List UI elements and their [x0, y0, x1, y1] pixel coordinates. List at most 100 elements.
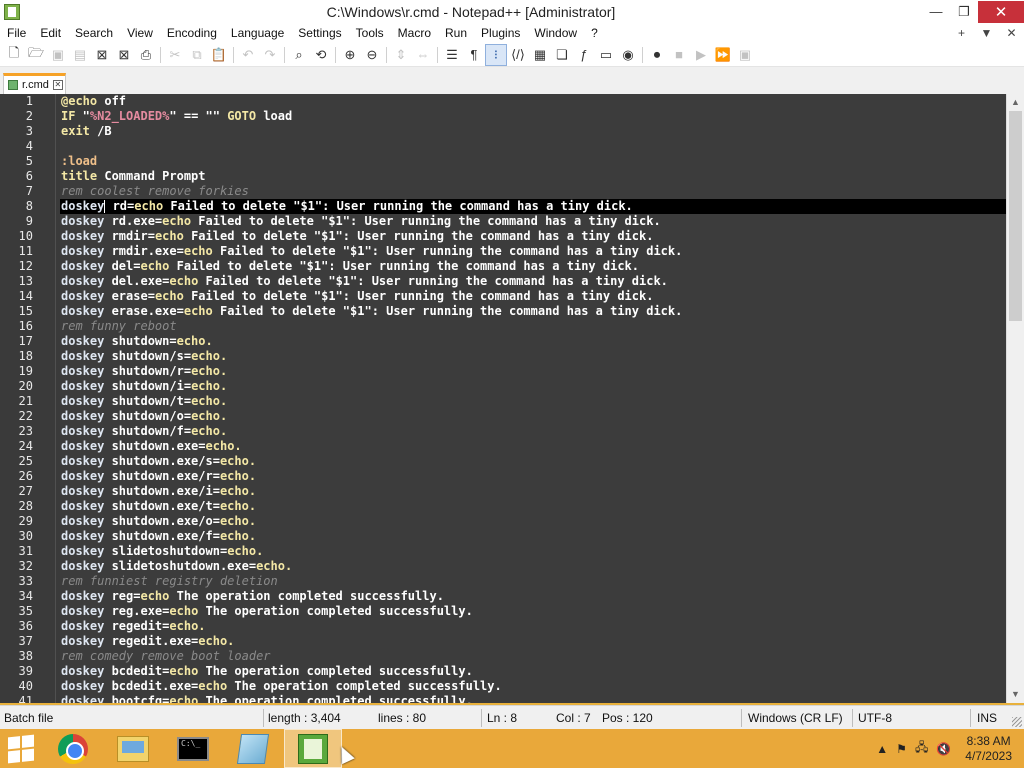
code-line[interactable]: 7 rem coolest remove forkies	[0, 184, 1006, 199]
print-icon[interactable]: ⎙	[135, 44, 157, 66]
code-line[interactable]: 36 doskey regedit=echo.	[0, 619, 1006, 634]
status-eol[interactable]: Windows (CR LF)	[748, 706, 843, 730]
find-icon[interactable]: ⌕	[288, 44, 310, 66]
code-line[interactable]: 11 doskey rmdir.exe=echo Failed to delete…	[0, 244, 1006, 259]
menu-edit[interactable]: Edit	[33, 23, 68, 43]
code-line[interactable]: 35 doskey reg.exe=echo The operation comp…	[0, 604, 1006, 619]
code-line[interactable]: 37 doskey regedit.exe=echo.	[0, 634, 1006, 649]
code-line[interactable]: 2 IF "%N2_LOADED%" == "" GOTO load	[0, 109, 1006, 124]
menu-tools[interactable]: Tools	[349, 23, 391, 43]
code-line[interactable]: 31 doskey slidetoshutdown=echo.	[0, 544, 1006, 559]
code-line[interactable]: 38 rem comedy remove boot loader	[0, 649, 1006, 664]
show-hidden-icons-icon[interactable]: ▲	[876, 742, 888, 756]
open-file-icon[interactable]: 🗁	[25, 44, 47, 66]
action-center-flag-icon[interactable]: ⚑	[896, 742, 907, 756]
code-line[interactable]: 9 doskey rd.exe=echo Failed to delete "$1…	[0, 214, 1006, 229]
folder-workspace-icon[interactable]: ▭	[595, 44, 617, 66]
code-line[interactable]: 29 doskey shutdown.exe/o=echo.	[0, 514, 1006, 529]
undo-icon[interactable]: ↶	[237, 44, 259, 66]
stop-record-icon[interactable]: ■	[668, 44, 690, 66]
close-all-icon[interactable]: ⊠	[113, 44, 135, 66]
playback-icon[interactable]: ▶	[690, 44, 712, 66]
taskbar-command-prompt[interactable]: C:\_	[164, 729, 222, 768]
tab-r-cmd[interactable]: r.cmd ✕	[3, 73, 66, 94]
volume-muted-icon[interactable]: 🔇	[936, 742, 951, 756]
sync-horizontal-icon[interactable]: ⇔	[412, 44, 434, 66]
code-line[interactable]: 19 doskey shutdown/r=echo.	[0, 364, 1006, 379]
code-line[interactable]: 1 @echo off	[0, 94, 1006, 109]
code-line[interactable]: 8 doskey rd=echo Failed to delete "$1": U…	[0, 199, 1006, 214]
menu-search[interactable]: Search	[68, 23, 120, 43]
code-line[interactable]: 23 doskey shutdown/f=echo.	[0, 424, 1006, 439]
code-line[interactable]: 4	[0, 139, 1006, 154]
network-icon[interactable]: 🖧	[915, 738, 928, 759]
replace-icon[interactable]: ⟲	[310, 44, 332, 66]
word-wrap-icon[interactable]: ☰	[441, 44, 463, 66]
indent-guide-icon[interactable]: ⁝	[485, 43, 507, 66]
code-line[interactable]: 39 doskey bcdedit=echo The operation comp…	[0, 664, 1006, 679]
code-line[interactable]: 3 exit /B	[0, 124, 1006, 139]
tab-list-dropdown-icon[interactable]: ▼	[974, 26, 999, 40]
tab-close-icon[interactable]: ✕	[52, 80, 63, 90]
status-encoding[interactable]: UTF-8	[858, 706, 892, 730]
scrollbar-thumb[interactable]	[1009, 111, 1022, 321]
cut-icon[interactable]: ✂	[164, 44, 186, 66]
paste-icon[interactable]: 📋	[208, 44, 230, 66]
function-list-icon[interactable]: ƒ	[573, 44, 595, 66]
code-line[interactable]: 40 doskey bcdedit.exe=echo The operation …	[0, 679, 1006, 694]
menu-plugins[interactable]: Plugins	[474, 23, 527, 43]
document-map-icon[interactable]: ▦	[529, 44, 551, 66]
new-file-icon[interactable]: 🗋	[3, 44, 25, 66]
monitoring-icon[interactable]: ◉	[617, 44, 639, 66]
code-line[interactable]: 27 doskey shutdown.exe/i=echo.	[0, 484, 1006, 499]
zoom-in-icon[interactable]: ⊕	[339, 44, 361, 66]
code-line[interactable]: 18 doskey shutdown/s=echo.	[0, 349, 1006, 364]
code-line[interactable]: 28 doskey shutdown.exe/t=echo.	[0, 499, 1006, 514]
code-line[interactable]: 41 doskey bootcfg=echo The operation comp…	[0, 694, 1006, 703]
code-line[interactable]: 24 doskey shutdown.exe=echo.	[0, 439, 1006, 454]
notepad-plus-plus-icon[interactable]	[4, 3, 20, 20]
code-line[interactable]: 6 title Command Prompt	[0, 169, 1006, 184]
taskbar-notepad-plus-plus[interactable]	[284, 729, 342, 768]
copy-icon[interactable]: ⧉	[186, 44, 208, 66]
menu-view[interactable]: View	[120, 23, 160, 43]
menu-macro[interactable]: Macro	[391, 23, 438, 43]
editor[interactable]: 1 @echo off 2 IF "%N2_LOADED%" == "" GOTO l…	[0, 94, 1024, 703]
zoom-out-icon[interactable]: ⊖	[361, 44, 383, 66]
run-macro-multiple-icon[interactable]: ⏩	[712, 44, 734, 66]
code-line[interactable]: 22 doskey shutdown/o=echo.	[0, 409, 1006, 424]
code-line[interactable]: 16 rem funny reboot	[0, 319, 1006, 334]
new-tab-icon[interactable]: +	[949, 26, 974, 40]
code-line[interactable]: 33 rem funniest registry deletion	[0, 574, 1006, 589]
show-all-characters-icon[interactable]: ¶	[463, 44, 485, 66]
code-line[interactable]: 14 doskey erase=echo Failed to delete "$1…	[0, 289, 1006, 304]
code-line[interactable]: 34 doskey reg=echo The operation complete…	[0, 589, 1006, 604]
record-macro-icon[interactable]: ⏺	[646, 44, 668, 66]
code-line[interactable]: 20 doskey shutdown/i=echo.	[0, 379, 1006, 394]
code-line[interactable]: 17 doskey shutdown=echo.	[0, 334, 1006, 349]
close-button[interactable]: ✕	[978, 0, 1024, 23]
menu-settings[interactable]: Settings	[291, 23, 348, 43]
code-line[interactable]: 25 doskey shutdown.exe/s=echo.	[0, 454, 1006, 469]
code-line[interactable]: 30 doskey shutdown.exe/f=echo.	[0, 529, 1006, 544]
save-icon[interactable]: ▣	[47, 44, 69, 66]
status-insert-mode[interactable]: INS	[977, 706, 997, 730]
close-document-icon[interactable]: ✕	[999, 26, 1024, 40]
code-line[interactable]: 32 doskey slidetoshutdown.exe=echo.	[0, 559, 1006, 574]
code-line[interactable]: 15 doskey erase.exe=echo Failed to delete…	[0, 304, 1006, 319]
minimize-button[interactable]: —	[922, 1, 950, 23]
save-macro-icon[interactable]: ▣	[734, 44, 756, 66]
vertical-scrollbar[interactable]: ▲ ▼	[1006, 94, 1024, 703]
code-line[interactable]: 21 doskey shutdown/t=echo.	[0, 394, 1006, 409]
restore-button[interactable]: ❐	[950, 1, 978, 23]
save-all-icon[interactable]: ▤	[69, 44, 91, 66]
taskbar-chrome[interactable]	[44, 729, 102, 768]
menu-file[interactable]: File	[0, 23, 33, 43]
resize-grip[interactable]	[1012, 717, 1022, 727]
language-udl-icon[interactable]: ⟨/⟩	[507, 44, 529, 66]
scroll-down-icon[interactable]: ▼	[1007, 686, 1024, 703]
redo-icon[interactable]: ↷	[259, 44, 281, 66]
menu-run[interactable]: Run	[438, 23, 474, 43]
taskbar-notebook[interactable]	[224, 729, 282, 768]
sync-vertical-icon[interactable]: ⇕	[390, 44, 412, 66]
